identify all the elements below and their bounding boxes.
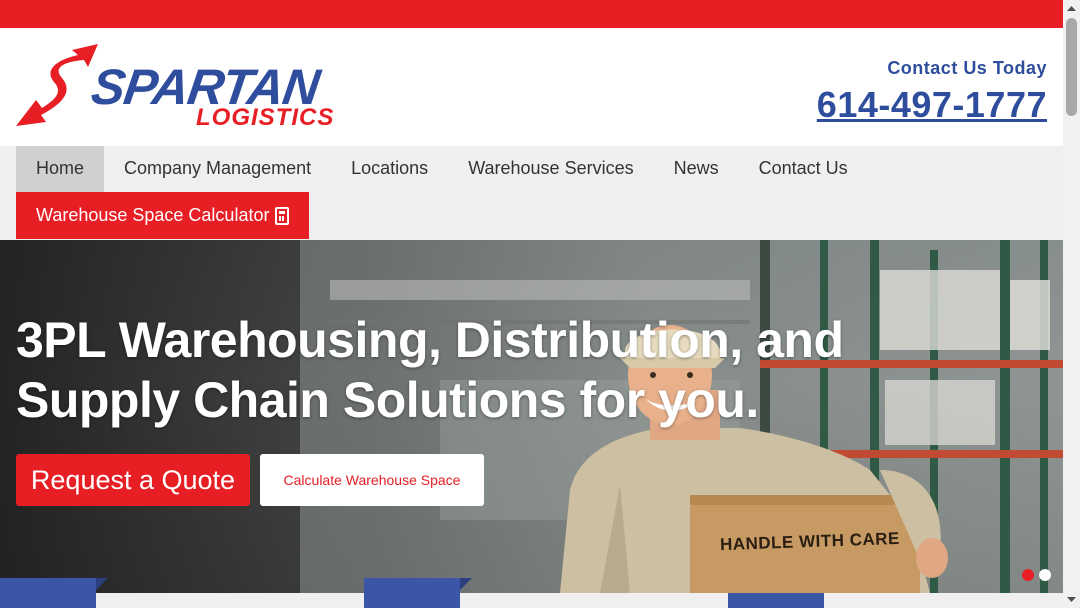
feature-tab-1[interactable] [0,578,108,608]
logo-tagline: LOGISTICS [196,104,335,131]
scroll-up-arrow-icon[interactable] [1063,0,1080,17]
site-header: SPARTAN LOGISTICS Contact Us Today 614-4… [0,28,1063,146]
nav-item-locations[interactable]: Locations [331,146,448,192]
nav-calc-label: Warehouse Space Calculator [36,205,270,225]
calculate-warehouse-space-button[interactable]: Calculate Warehouse Space [260,454,484,506]
hero-slider: HANDLE WITH CARE 3PL Warehousing, Distri… [0,240,1063,593]
top-accent-bar [0,0,1063,28]
slider-dot-1[interactable] [1022,569,1034,581]
spartan-logistics-logo[interactable]: SPARTAN LOGISTICS [14,42,374,134]
nav-row: Home Company Management Locations Wareho… [16,146,868,192]
phone-link[interactable]: 614-497-1777 [817,84,1047,126]
content-strip [0,593,1063,608]
scrollbar-thumb[interactable] [1066,18,1077,116]
contact-label: Contact Us Today [887,58,1047,78]
slider-dots [1022,569,1051,581]
nav-item-warehouse-services[interactable]: Warehouse Services [448,146,653,192]
page: SPARTAN LOGISTICS Contact Us Today 614-4… [0,0,1063,608]
nav-item-news[interactable]: News [654,146,739,192]
hero-title: 3PL Warehousing, Distribution, and Suppl… [16,312,844,428]
nav-item-contact-us[interactable]: Contact Us [739,146,868,192]
page-scrollbar[interactable] [1063,0,1080,608]
main-nav: Home Company Management Locations Wareho… [0,146,1063,240]
slider-dot-2[interactable] [1039,569,1051,581]
request-quote-button[interactable]: Request a Quote [16,454,250,506]
nav-item-home[interactable]: Home [16,146,105,192]
calculator-icon [275,206,290,225]
nav-item-company-management[interactable]: Company Management [104,146,331,192]
feature-tab-2[interactable] [364,578,472,608]
nav-item-warehouse-space-calculator[interactable]: Warehouse Space Calculator [16,192,310,239]
scroll-down-arrow-icon[interactable] [1063,591,1080,608]
logo-arrow-icon [16,44,98,126]
